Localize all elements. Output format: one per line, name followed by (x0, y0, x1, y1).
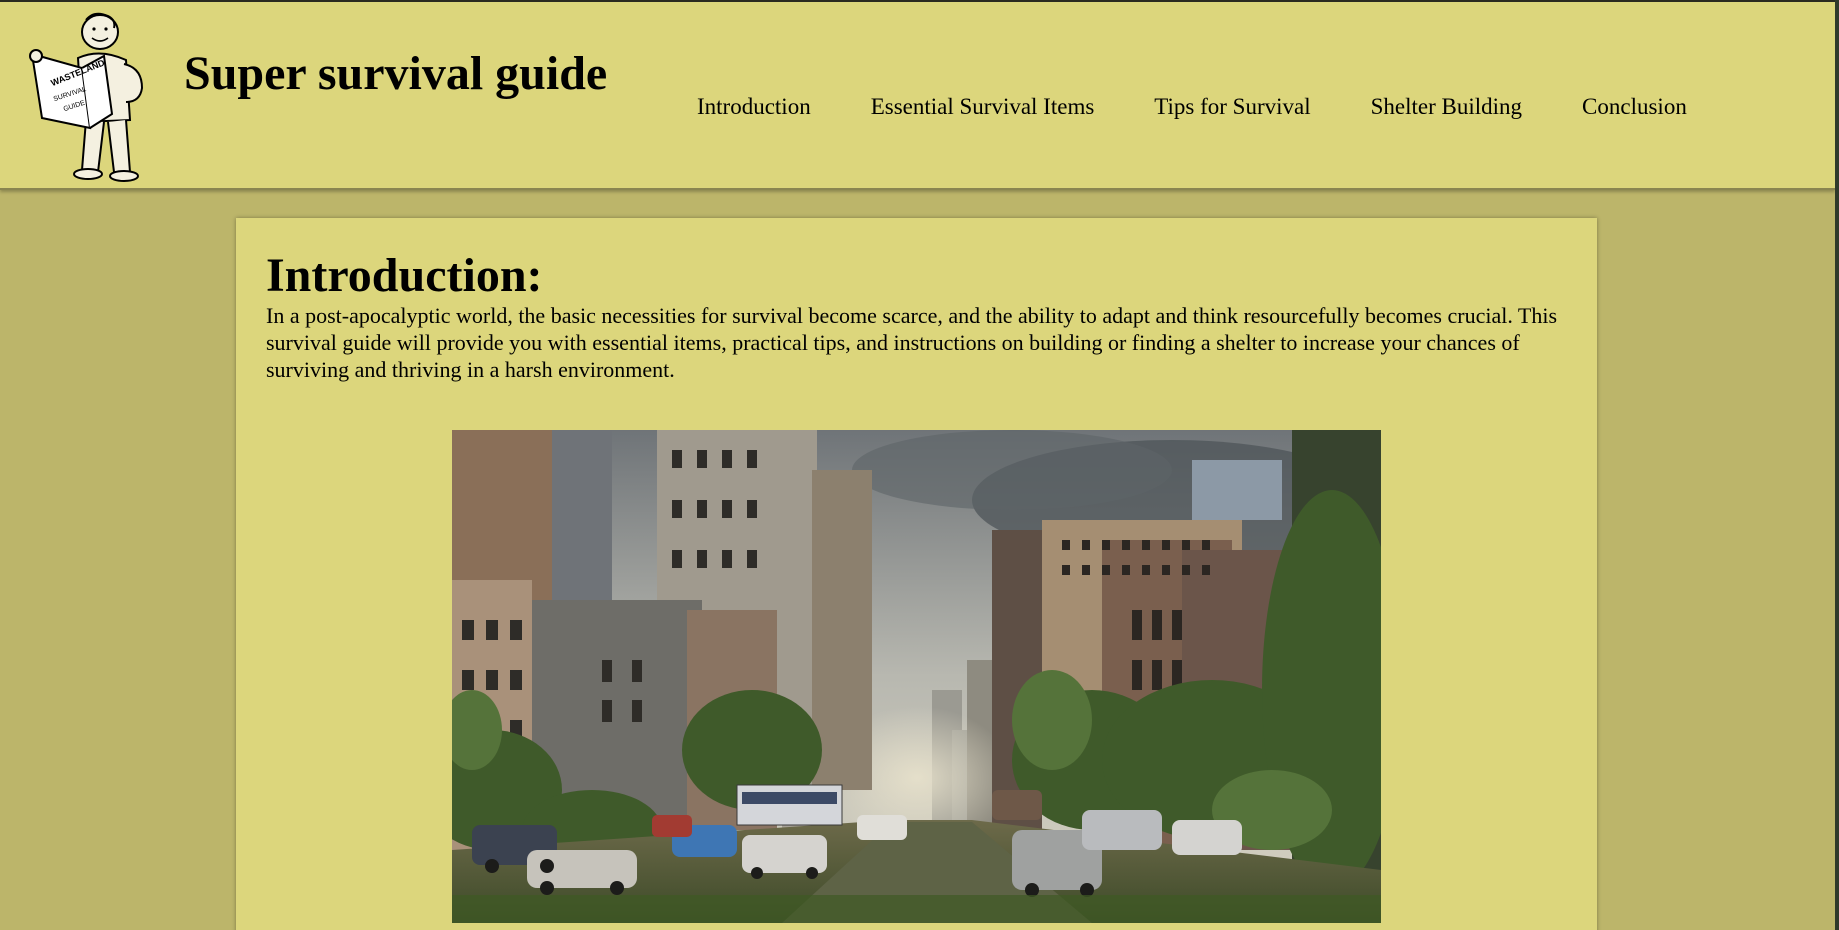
vault-boy-logo-icon[interactable]: WASTELAND SURVIVAL GUIDE (28, 10, 156, 184)
page: WASTELAND SURVIVAL GUIDE Super survival … (0, 0, 1839, 930)
nav-link-introduction[interactable]: Introduction (697, 94, 811, 120)
nav-link-conclusion[interactable]: Conclusion (1582, 94, 1687, 120)
section-body-introduction: In a post-apocalyptic world, the basic n… (266, 303, 1558, 382)
nav-link-essential-survival-items[interactable]: Essential Survival Items (871, 94, 1095, 120)
content-card: Introduction: In a post-apocalyptic worl… (236, 218, 1597, 930)
window-edge (1835, 0, 1839, 930)
abandoned-city-image (452, 430, 1381, 923)
site-header: WASTELAND SURVIVAL GUIDE Super survival … (0, 0, 1835, 190)
nav-link-tips-for-survival[interactable]: Tips for Survival (1154, 94, 1310, 120)
nav-link-shelter-building[interactable]: Shelter Building (1371, 94, 1522, 120)
section-title-introduction: Introduction: (266, 249, 543, 302)
site-title[interactable]: Super survival guide (184, 46, 607, 101)
main-nav: Introduction Essential Survival Items Ti… (697, 94, 1687, 120)
